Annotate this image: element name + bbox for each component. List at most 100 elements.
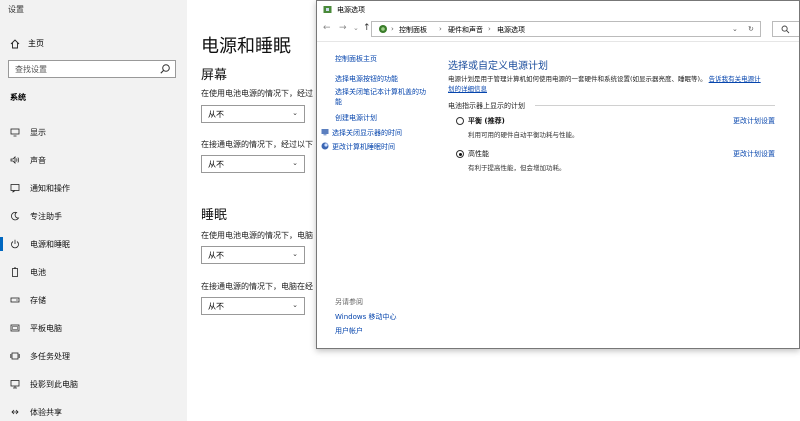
nav-item-label: 专注助手 [30, 211, 62, 221]
nav-item-label: 显示 [30, 127, 46, 137]
sleep-battery-desc: 在使用电池电源的情况下，电脑 [201, 231, 313, 240]
nav-item-storage[interactable]: 存储 [10, 291, 46, 309]
nav-item-label: 投影到此电脑 [30, 379, 78, 389]
radio-balanced[interactable] [456, 117, 464, 125]
recent-chevron-icon[interactable]: ⌄ [353, 24, 359, 32]
breadcrumb-separator: › [391, 25, 394, 33]
sleep-plugged-desc: 在接通电源的情况下，电脑在经 [201, 282, 313, 291]
chevron-down-icon: ⌄ [292, 109, 298, 117]
breadcrumb-control-panel[interactable]: 控制面板 [399, 25, 427, 35]
screen-plugged-select[interactable]: 从不 ⌄ [201, 155, 305, 173]
nav-item-multitasking[interactable]: 多任务处理 [10, 347, 70, 365]
sleep-battery-select[interactable]: 从不 ⌄ [201, 246, 305, 264]
link-windows-mobility-center[interactable]: Windows 移动中心 [335, 312, 396, 322]
power-options-icon [323, 6, 332, 13]
address-dropdown-icon[interactable]: ⌄ [732, 25, 738, 33]
radio-high-performance[interactable] [456, 150, 464, 158]
tablet-icon [10, 323, 20, 333]
nav-item-sound[interactable]: 声音 [10, 151, 46, 169]
link-create-power-plan[interactable]: 创建电源计划 [335, 113, 377, 123]
plan-description: 电源计划是用于管理计算机如何使用电源的一套硬件和系统设置(如显示器亮度、睡眠等)… [448, 73, 761, 83]
nav-item-display[interactable]: 显示 [10, 123, 46, 141]
nav-item-label: 平板电脑 [30, 323, 62, 333]
breadcrumb-hardware-sound[interactable]: 硬件和声音 [448, 25, 483, 35]
nav-item-label: 多任务处理 [30, 351, 70, 361]
link-label: 选择关闭显示器的时间 [332, 129, 402, 137]
select-value: 从不 [208, 251, 224, 260]
control-panel-icon [379, 25, 387, 33]
plan-heading: 选择或自定义电源计划 [448, 61, 548, 72]
display-icon [10, 127, 20, 137]
chevron-down-icon: ⌄ [292, 159, 298, 167]
nav-item-projection[interactable]: 投影到此电脑 [10, 375, 78, 393]
select-value: 从不 [208, 302, 224, 311]
breadcrumb-separator: › [439, 25, 442, 33]
settings-search-box[interactable]: 查找设置 [8, 60, 176, 78]
nav-home-label: 主页 [28, 39, 44, 48]
chevron-down-icon: ⌄ [292, 301, 298, 309]
forward-arrow-icon[interactable]: → [339, 23, 347, 33]
select-value: 从不 [208, 160, 224, 169]
window-title: 电源选项 [337, 6, 365, 14]
shield-monitor-icon [321, 129, 329, 136]
address-row: ← → ⌄ ↑ › 控制面板 › 硬件和声音 › 电源选项 ⌄ ↻ [317, 19, 799, 39]
change-plan-settings-high-performance[interactable]: 更改计划设置 [733, 149, 775, 159]
nav-item-label: 通知和操作 [30, 183, 70, 193]
address-bar[interactable]: › 控制面板 › 硬件和声音 › 电源选项 ⌄ ↻ [371, 21, 761, 37]
nav-item-battery[interactable]: 电池 [10, 263, 46, 281]
notification-icon [10, 183, 20, 193]
moon-icon [10, 211, 20, 221]
battery-icon [10, 267, 20, 277]
search-icon [781, 25, 790, 34]
multitask-icon [10, 351, 20, 361]
select-value: 从不 [208, 110, 224, 119]
section-label-system: 系统 [10, 93, 26, 102]
nav-item-tablet[interactable]: 平板电脑 [10, 319, 62, 337]
refresh-icon[interactable]: ↻ [748, 25, 754, 33]
battery-meter-plans-label: 电池指示器上显示的计划 [448, 102, 525, 110]
link-lid-close-function[interactable]: 选择关闭笔记本计算机盖的功 [335, 87, 426, 97]
plan-desc-high-performance: 有利于提高性能，但会增加功耗。 [468, 164, 566, 172]
group-divider [535, 105, 775, 106]
nav-item-label: 电源和睡眠 [30, 239, 70, 249]
plan-name-balanced[interactable]: 平衡 (推荐) [468, 116, 505, 126]
link-user-accounts[interactable]: 用户帐户 [335, 326, 363, 336]
home-icon [10, 38, 20, 48]
nav-home[interactable]: 主页 [10, 38, 44, 49]
link-display-off-time[interactable]: 选择关闭显示器的时间 [321, 128, 402, 138]
link-power-button-function[interactable]: 选择电源按钮的功能 [335, 74, 398, 84]
share-icon [10, 407, 20, 417]
see-also-label: 另请参阅 [335, 298, 363, 306]
nav-item-shared-experiences[interactable]: 体验共享 [10, 403, 62, 421]
screen-battery-desc: 在使用电池电源的情况下，经过 [201, 89, 313, 98]
nav-item-power-sleep[interactable]: 电源和睡眠 [0, 235, 70, 253]
storage-icon [10, 295, 20, 305]
breadcrumb-separator: › [488, 25, 491, 33]
link-control-panel-home[interactable]: 控制面板主页 [335, 54, 377, 64]
learn-more-link[interactable]: 告诉我有关电源计 [709, 75, 761, 83]
plan-name-high-performance[interactable]: 高性能 [468, 149, 489, 159]
window-titlebar[interactable]: 电源选项 [317, 1, 799, 19]
nav-item-notifications[interactable]: 通知和操作 [10, 179, 70, 197]
link-sleep-time[interactable]: 更改计算机睡眠时间 [321, 142, 395, 152]
search-input[interactable] [772, 21, 799, 37]
nav-item-focus-assist[interactable]: 专注助手 [10, 207, 62, 225]
screen-heading: 屏幕 [201, 68, 228, 83]
back-arrow-icon[interactable]: ← [323, 23, 331, 33]
breadcrumb-power-options[interactable]: 电源选项 [497, 25, 525, 35]
link-lid-close-function-cont[interactable]: 能 [335, 97, 342, 107]
search-icon [160, 64, 170, 74]
screen-battery-select[interactable]: 从不 ⌄ [201, 105, 305, 123]
moon-globe-icon [321, 142, 329, 150]
sleep-heading: 睡眠 [201, 208, 228, 223]
change-plan-settings-balanced[interactable]: 更改计划设置 [733, 116, 775, 126]
sleep-plugged-select[interactable]: 从不 ⌄ [201, 297, 305, 315]
learn-more-link-cont[interactable]: 划的详细信息 [448, 83, 487, 93]
nav-item-label: 电池 [30, 267, 46, 277]
power-options-window: 电源选项 ← → ⌄ ↑ › 控制面板 › 硬件和声音 › 电源选项 ⌄ ↻ 控… [316, 0, 800, 349]
up-arrow-icon[interactable]: ↑ [363, 23, 371, 33]
settings-nav-pane: 设置 主页 查找设置 系统 显示 声音 通知和操作 专注助手 电源和睡眠 电池 … [0, 0, 187, 421]
plan-desc-balanced: 利用可用的硬件自动平衡功耗与性能。 [468, 131, 579, 139]
link-label: 更改计算机睡眠时间 [332, 143, 395, 151]
power-icon [10, 239, 20, 249]
